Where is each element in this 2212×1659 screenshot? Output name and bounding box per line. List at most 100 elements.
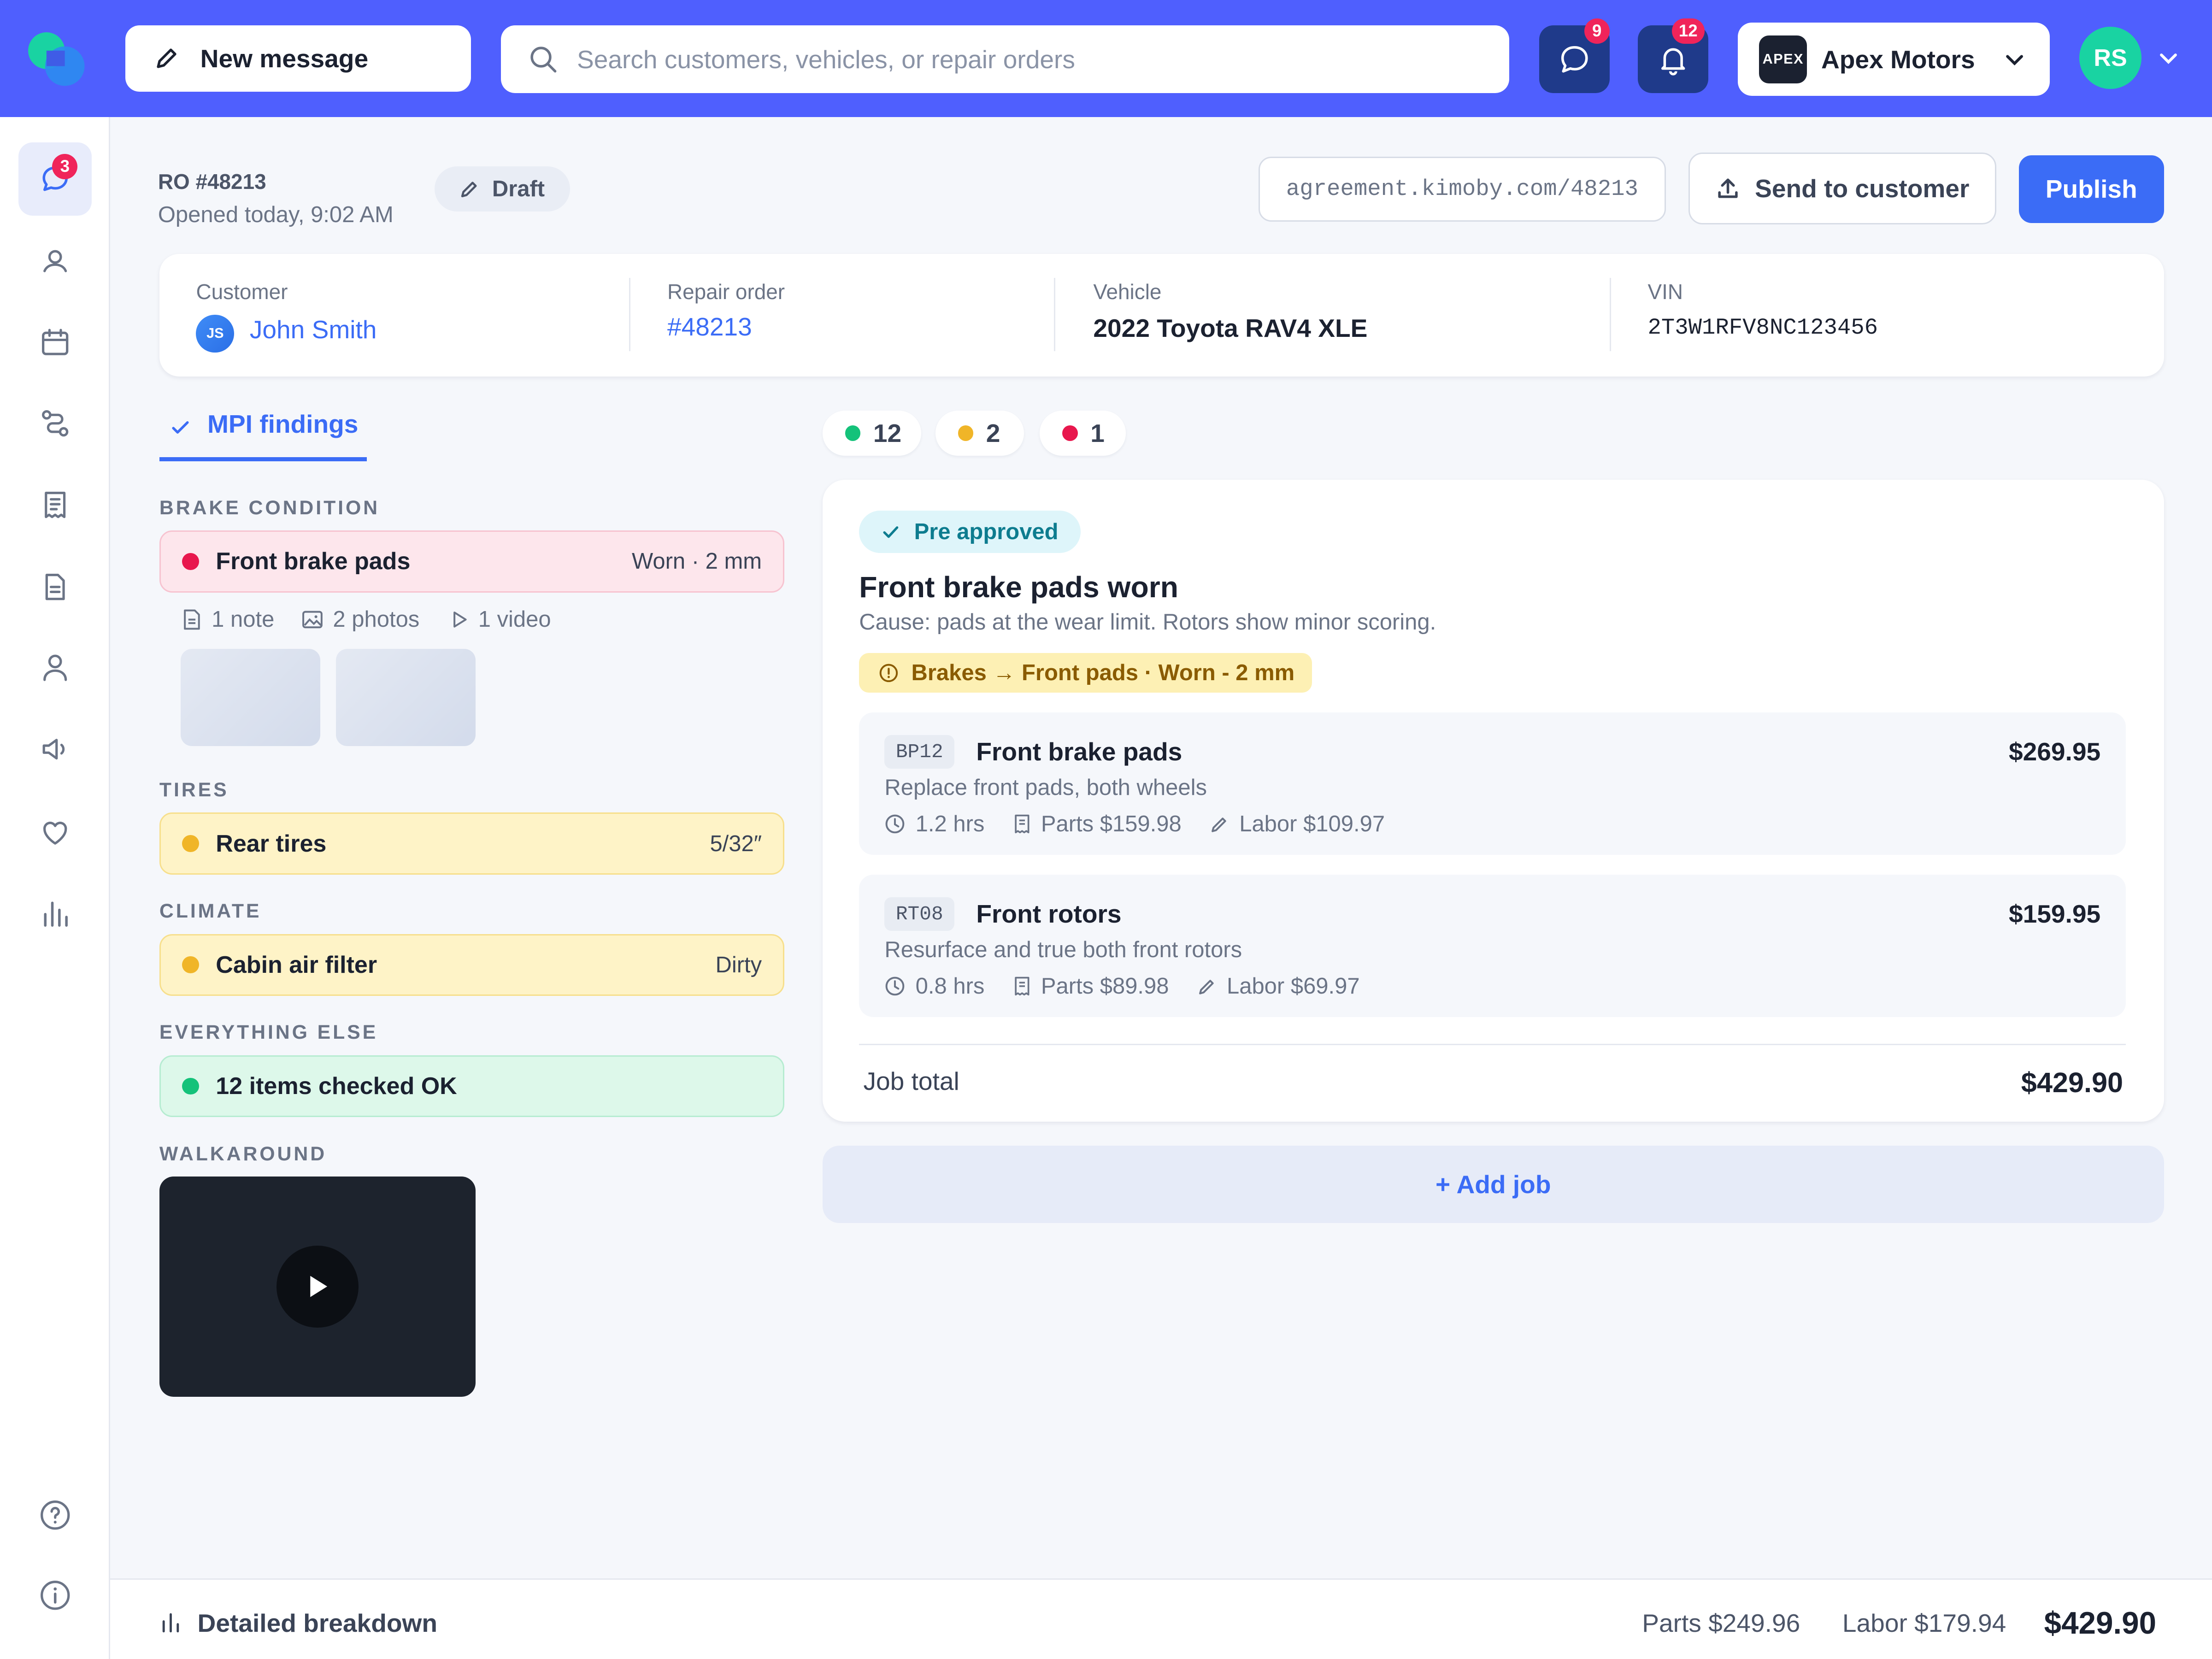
job-total-value: $429.90 bbox=[2021, 1067, 2124, 1099]
customer-name-link[interactable]: John Smith bbox=[250, 315, 377, 344]
finding-tag-label: Brakes → Front pads · Worn - 2 mm bbox=[911, 660, 1295, 686]
finding-value: 5/32″ bbox=[710, 831, 762, 856]
calendar-icon bbox=[41, 329, 68, 355]
shop-logo: APEX bbox=[1759, 35, 1807, 83]
tab-mpi-findings[interactable]: MPI findings bbox=[159, 406, 367, 461]
new-message-button[interactable]: New message bbox=[125, 25, 565, 92]
status-count-red[interactable]: 1 bbox=[1040, 410, 1126, 456]
vehicle-label: Vehicle bbox=[1093, 280, 1162, 304]
sidebar-item-receipts[interactable] bbox=[18, 468, 92, 541]
sidebar-item-help[interactable] bbox=[18, 1478, 92, 1552]
messages-button[interactable]: 9 bbox=[1539, 18, 1610, 94]
send-to-customer-button[interactable]: Send to customer bbox=[1688, 152, 1996, 224]
approval-badge[interactable]: Pre approved bbox=[859, 511, 1081, 553]
video-label: 1 video bbox=[478, 607, 551, 632]
heart-icon bbox=[43, 822, 67, 845]
job-total-label: Job total bbox=[863, 1067, 959, 1096]
vin-label: VIN bbox=[1647, 280, 1683, 304]
play-button[interactable] bbox=[276, 1246, 359, 1328]
finding-rear-tires[interactable]: Rear tires 5/32″ bbox=[159, 812, 785, 875]
line-description: Replace front pads, both wheels bbox=[884, 775, 1207, 800]
parts-total: Parts $249.96 bbox=[1642, 1608, 1800, 1637]
line-parts: Parts $89.98 bbox=[1041, 974, 1169, 999]
sidebar-item-info[interactable] bbox=[18, 1559, 92, 1632]
customers-icon bbox=[43, 250, 67, 272]
vehicle-value: 2022 Toyota RAV4 XLE bbox=[1093, 313, 1368, 342]
publish-button[interactable]: Publish bbox=[2018, 155, 2164, 223]
repair-order-link[interactable]: #48213 bbox=[667, 312, 752, 341]
yellow-dot bbox=[958, 425, 974, 441]
job-line-item[interactable]: RT08 Front rotors $159.95 Resurface and … bbox=[859, 874, 2126, 1018]
line-price: $159.95 bbox=[2008, 899, 2101, 928]
sidebar-item-calendar[interactable] bbox=[18, 306, 92, 379]
red-count: 1 bbox=[1090, 418, 1105, 447]
category-title: CLIMATE bbox=[159, 900, 262, 923]
add-job-button[interactable]: + Add job bbox=[822, 1145, 2164, 1224]
ro-number: RO #48213 bbox=[158, 170, 266, 194]
part-code: BP12 bbox=[884, 735, 955, 769]
line-price: $269.95 bbox=[2008, 737, 2101, 766]
sidebar-item-marketing[interactable] bbox=[18, 712, 92, 786]
status-count-green[interactable]: 12 bbox=[822, 410, 921, 456]
photo-count[interactable]: 2 photos bbox=[302, 606, 419, 632]
finding-front-brake-pads[interactable]: Front brake pads Worn · 2 mm bbox=[159, 530, 785, 593]
finding-tag: Brakes → Front pads · Worn - 2 mm bbox=[859, 653, 1312, 693]
line-parts: Parts $159.98 bbox=[1041, 812, 1182, 837]
app-logo[interactable] bbox=[27, 31, 86, 87]
finding-name: Front brake pads bbox=[216, 548, 411, 575]
job-line-item[interactable]: BP12 Front brake pads $269.95 Replace fr… bbox=[859, 712, 2126, 855]
sidebar-item-loyalty[interactable] bbox=[18, 796, 92, 869]
sidebar-item-documents[interactable] bbox=[18, 550, 92, 624]
user-icon bbox=[43, 654, 67, 682]
receipt-icon bbox=[44, 492, 65, 518]
sidebar-item-reports[interactable] bbox=[18, 876, 92, 949]
line-hours: 1.2 hrs bbox=[915, 812, 985, 837]
sidebar-item-workflow[interactable] bbox=[18, 387, 92, 460]
line-description: Resurface and true both front rotors bbox=[884, 937, 1242, 962]
user-avatar[interactable]: RS bbox=[2079, 27, 2141, 89]
video-count[interactable]: 1 video bbox=[452, 606, 551, 632]
chevron-down-icon[interactable] bbox=[2157, 49, 2180, 69]
finding-items-ok[interactable]: 12 items checked OK bbox=[159, 1055, 785, 1118]
search-bar[interactable]: Search customers, vehicles, or repair or… bbox=[500, 25, 1510, 94]
line-hours: 0.8 hrs bbox=[915, 974, 985, 999]
note-count[interactable]: 1 note bbox=[182, 606, 274, 632]
status-label: Draft bbox=[492, 176, 545, 202]
clock-icon bbox=[885, 814, 905, 834]
notifications-badge: 12 bbox=[1671, 18, 1705, 44]
status-count-yellow[interactable]: 2 bbox=[935, 410, 1024, 456]
footer-summary: Detailed breakdown Parts $249.96 Labor $… bbox=[110, 1578, 2212, 1659]
breakdown-label: Detailed breakdown bbox=[197, 1608, 438, 1637]
line-name: Front rotors bbox=[976, 899, 1122, 928]
play-icon bbox=[453, 612, 467, 628]
workflow-icon bbox=[41, 410, 68, 436]
chevron-down-icon bbox=[2006, 55, 2023, 66]
search-input[interactable]: Search customers, vehicles, or repair or… bbox=[577, 45, 1075, 74]
document-icon bbox=[45, 573, 65, 600]
sidebar-item-messages[interactable]: 3 bbox=[18, 142, 92, 216]
note-label: 1 note bbox=[212, 607, 275, 632]
category-title: EVERYTHING ELSE bbox=[159, 1021, 378, 1044]
pencil-icon bbox=[157, 48, 176, 69]
agreement-url[interactable]: agreement.kimoby.com/48213 bbox=[1258, 156, 1666, 222]
job-card: Pre approved Front brake pads worn Cause… bbox=[822, 479, 2164, 1122]
status-badge[interactable]: Draft bbox=[434, 166, 570, 212]
status-dot-yellow bbox=[182, 956, 199, 974]
sidebar-item-users[interactable] bbox=[18, 630, 92, 704]
chat-bubble-icon bbox=[1561, 46, 1588, 73]
check-icon bbox=[172, 421, 189, 434]
photo-thumbnail[interactable] bbox=[180, 649, 320, 747]
finding-name: 12 items checked OK bbox=[216, 1073, 457, 1100]
sidebar-item-customers[interactable] bbox=[18, 224, 92, 298]
megaphone-icon bbox=[42, 738, 65, 759]
category-title: BRAKE CONDITION bbox=[159, 496, 380, 519]
walkaround-video[interactable] bbox=[159, 1177, 476, 1397]
search-icon bbox=[530, 47, 557, 73]
finding-cabin-air-filter[interactable]: Cabin air filter Dirty bbox=[159, 934, 785, 996]
notifications-button[interactable]: 12 bbox=[1638, 18, 1709, 94]
detailed-breakdown-button[interactable]: Detailed breakdown bbox=[159, 1608, 437, 1638]
info-icon bbox=[40, 1581, 70, 1610]
shop-selector[interactable]: APEX Apex Motors bbox=[1738, 22, 2050, 96]
photo-thumbnail[interactable] bbox=[335, 649, 476, 747]
green-dot bbox=[845, 425, 861, 441]
